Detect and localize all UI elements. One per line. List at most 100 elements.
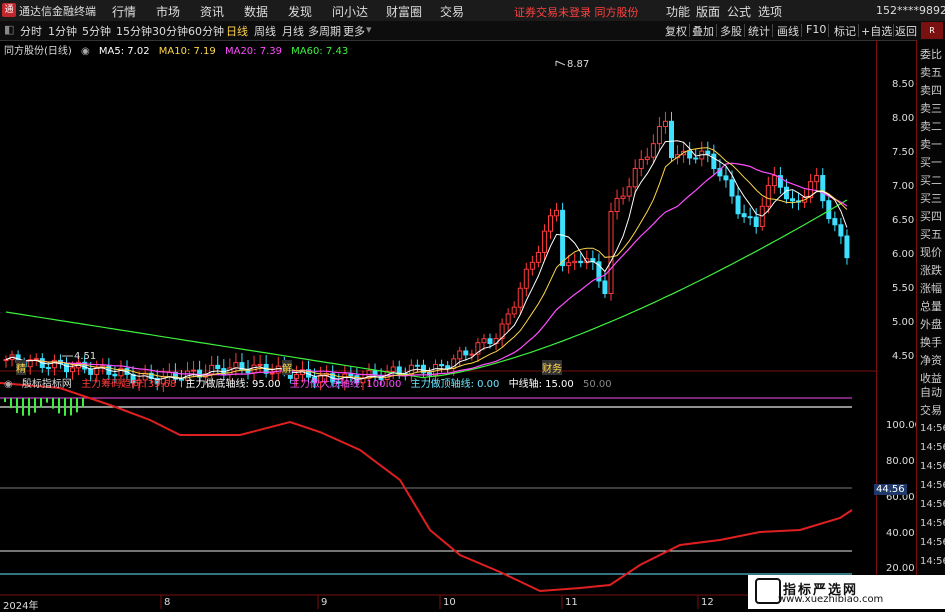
indicator-item: 主力筹码趋向: 39.68 [81,379,177,390]
date-label: 10 [443,597,456,608]
chip-trend-line [0,382,853,593]
tick-time: 14:56 [920,537,945,548]
tab-more[interactable]: 更多 [343,23,365,39]
tick-time: 14:56 [920,499,945,510]
quote-field-label: 外盘 [920,318,942,331]
menu-market[interactable]: 市场 [156,3,180,20]
statistics-button[interactable]: 统计 [748,23,770,39]
indicator-tick: 40.00 [886,528,915,539]
quote-field-label: 涨幅 [920,282,942,295]
menu-discover[interactable]: 发现 [288,3,312,20]
menu-wealth[interactable]: 财富圈 [386,3,422,20]
menu-options[interactable]: 选项 [758,3,782,20]
quote-field-label: 买一 [920,156,942,169]
ma20-label: MA20: 7.39 [224,46,282,57]
add-watchlist-button[interactable]: +自选 [861,23,892,39]
ma10-line [5,147,848,379]
indicator-name[interactable]: 殷标指标网 [22,379,72,390]
indicator-item: 50.00 [582,379,612,390]
main-chart-legend: 同方股份(日线) ◉ MA5: 7.02 MA10: 7.19 MA20: 7.… [4,42,354,57]
indicator-settings-icon[interactable]: ◉ [4,379,13,390]
date-label: 11 [565,597,578,608]
mark-button[interactable]: 标记 [834,23,856,39]
quote-field-label: 换手 [920,336,942,349]
tab-15min[interactable]: 15分钟 [116,23,152,39]
tab-60min[interactable]: 60分钟 [188,23,224,39]
event-marker[interactable]: 解 [282,360,292,375]
menu-function[interactable]: 功能 [666,3,690,20]
indicator-tick: 80.00 [886,456,915,467]
tab-weekly[interactable]: 周线 [254,23,276,39]
stock-title[interactable]: 同方股份(日线) [4,46,72,57]
quote-field-label: 买三 [920,192,942,205]
tab-multi-period[interactable]: 多周期 [308,23,341,39]
date-label: 9 [321,597,328,608]
indicator-item: 主力做底轴线: 95.00 [185,379,281,390]
tick-time: 14:56 [920,442,945,453]
panel-badge[interactable]: R [921,22,943,39]
date-label: 8 [164,597,171,608]
menu-ask[interactable]: 问小达 [332,3,368,20]
f10-button[interactable]: F10 [806,23,826,36]
title-bar: 通 通达信金融终端 行情 市场 资讯 数据 发现 问小达 财富圈 交易 证券交易… [0,0,945,22]
tab-monthly[interactable]: 月线 [282,23,304,39]
tab-intraday[interactable]: 分时 [20,23,42,39]
quote-field-label: 总量 [920,300,942,313]
tab-daily[interactable]: 日线 [226,23,248,39]
multi-stock-button[interactable]: 多股 [720,23,742,39]
panel-toggle-icon[interactable]: ◧ [4,23,14,36]
indicator-item: 主力做顶轴线: 0.00 [410,379,500,390]
menu-layout[interactable]: 版面 [696,3,720,20]
period-toolbar: ◧ 分时 1分钟 5分钟 15分钟 30分钟 60分钟 日线 周线 月线 多周期… [0,21,945,41]
quote-field-label: 卖二 [920,120,942,133]
event-marker[interactable]: 精 [16,360,26,375]
tab-1min[interactable]: 1分钟 [48,23,77,39]
price-tick: 7.00 [892,181,915,192]
menu-quotes[interactable]: 行情 [112,3,136,20]
quote-field-label: 卖一 [920,138,942,151]
event-marker[interactable]: 财务 [542,360,562,375]
ma-settings-icon[interactable]: ◉ [81,46,90,57]
indicator-legend: ◉ 殷标指标网 主力筹码趋向: 39.68 主力做底轴线: 95.00 主力做大… [4,375,618,390]
tab-5min[interactable]: 5分钟 [82,23,111,39]
price-tick: 5.50 [892,283,915,294]
app-name: 通达信金融终端 [19,5,96,18]
quote-field-label: 净资 [920,354,942,367]
menu-data[interactable]: 数据 [244,3,268,20]
tick-time: 14:56 [920,461,945,472]
kline-chart[interactable] [0,40,876,609]
indicator-current-value: 44.56 [874,484,907,495]
tab-30min[interactable]: 30分钟 [152,23,188,39]
menu-trade[interactable]: 交易 [440,3,464,20]
login-warning: 证券交易未登录 同方股份 [514,6,639,19]
low-price-label: 4.51 [74,351,97,362]
quote-field-label: 卖四 [920,84,942,97]
more-chevron-icon[interactable]: ▾ [366,23,372,36]
draw-line-button[interactable]: 画线 [777,23,799,39]
quote-field-label: 交易 [920,404,942,417]
user-account[interactable]: 152****9892 [876,4,945,17]
menu-formula[interactable]: 公式 [727,3,751,20]
moving-average-lines [5,140,848,381]
indicator-tick: 20.00 [886,563,915,574]
menu-news[interactable]: 资讯 [200,3,224,20]
price-tick: 6.00 [892,249,915,260]
high-price-label: 8.87 [567,59,590,70]
quote-field-label: 卖三 [920,102,942,115]
price-tick: 4.50 [892,351,915,362]
indicator-item: 中线轴: 15.00 [508,379,574,390]
back-button[interactable]: 返回 [895,23,917,39]
tick-time: 14:56 [920,518,945,529]
ma5-label: MA5: 7.02 [98,46,150,57]
quote-field-label: 买五 [920,228,942,241]
date-label: 2024年 [3,601,39,612]
quote-field-label: 卖五 [920,66,942,79]
quote-field-label: 现价 [920,246,942,259]
tick-time: 14:56 [920,480,945,491]
adjust-button[interactable]: 复权 [665,23,687,39]
overlay-button[interactable]: 叠加 [692,23,714,39]
ma60-line [5,199,848,379]
quote-field-label: 委比 [920,48,942,61]
price-tick: 5.00 [892,317,915,328]
quote-field-label: 买二 [920,174,942,187]
